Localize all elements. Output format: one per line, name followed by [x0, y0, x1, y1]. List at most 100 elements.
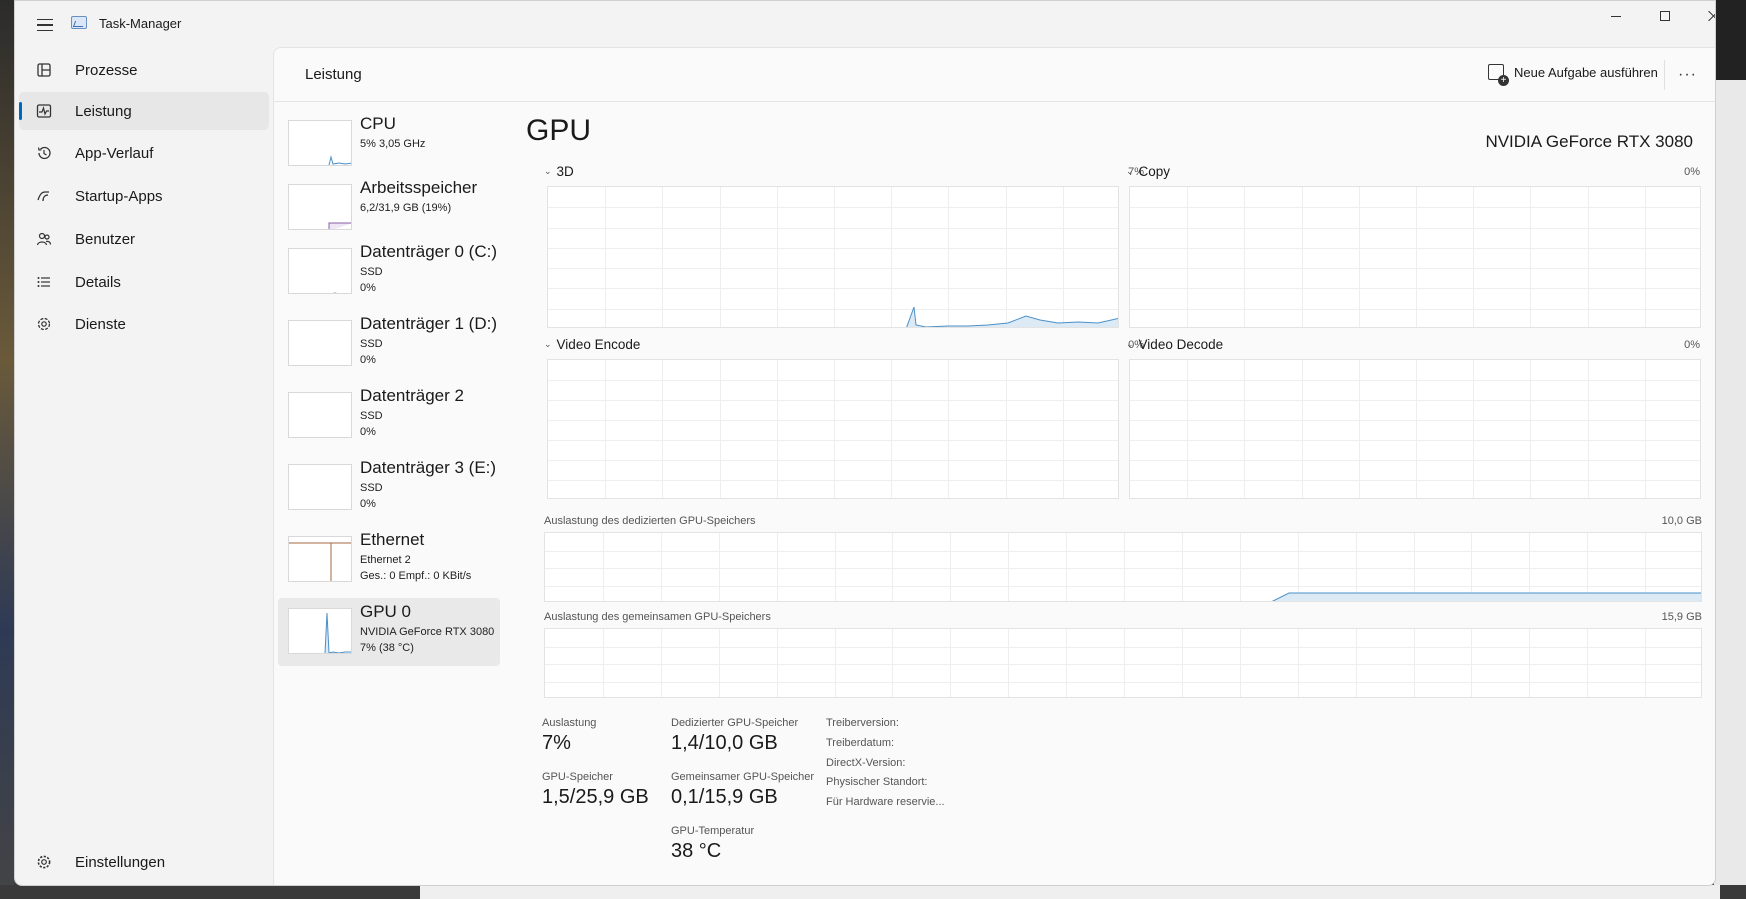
title-bar[interactable]: Task-Manager: [15, 1, 1715, 47]
device-detail-secondary: 0%: [360, 426, 376, 438]
startup-icon: [35, 187, 53, 205]
device-detail: SSD: [360, 482, 383, 494]
device-name: Ethernet: [360, 530, 425, 549]
chevron-down-icon[interactable]: ⌄: [1126, 339, 1134, 350]
device-name: Datenträger 2: [360, 386, 464, 405]
nav-item-app-history[interactable]: App-Verlauf: [19, 134, 269, 172]
device-detail: NVIDIA GeForce RTX 3080: [360, 626, 495, 638]
nav-item-startup-apps[interactable]: Startup-Apps: [19, 177, 269, 215]
shared-memory-stat-value: 0,1/15,9 GB: [671, 786, 778, 808]
page-title: Leistung: [305, 66, 362, 83]
run-new-task-button[interactable]: Neue Aufgabe ausführen: [1488, 64, 1658, 86]
driver-date-label: Treiberdatum:: [826, 737, 895, 749]
chevron-down-icon[interactable]: ⌄: [1126, 166, 1134, 177]
device-detail-secondary: 0%: [360, 282, 376, 294]
device-item-disk-1[interactable]: Datenträger 1 (D:) SSD 0%: [278, 310, 500, 378]
engine-percent-video-decode: 0%: [1684, 339, 1700, 351]
engine-label-3d[interactable]: ⌄ 3D: [544, 164, 574, 179]
history-icon: [35, 144, 53, 162]
performance-content: Leistung Neue Aufgabe ausführen ··· CPU …: [273, 47, 1715, 885]
utilization-label: Auslastung: [542, 717, 597, 729]
graph-dedicated-memory: [544, 532, 1702, 602]
services-icon: [35, 315, 53, 333]
dedicated-memory-label: Auslastung des dedizierten GPU-Speichers: [544, 515, 756, 527]
device-item-gpu-0[interactable]: GPU 0 NVIDIA GeForce RTX 3080 7% (38 °C): [278, 598, 500, 666]
nav-label-users: Benutzer: [75, 230, 136, 248]
window-title: Task-Manager: [99, 16, 182, 31]
graph-video-decode: [1129, 359, 1701, 499]
graph-shared-memory: [544, 628, 1702, 698]
device-name: CPU: [360, 114, 396, 133]
maximize-button[interactable]: [1642, 1, 1688, 31]
chevron-down-icon[interactable]: ⌄: [544, 339, 552, 350]
device-item-cpu[interactable]: CPU 5% 3,05 GHz: [278, 110, 500, 178]
shared-memory-max: 15,9 GB: [1661, 611, 1702, 623]
device-detail: SSD: [360, 266, 383, 278]
engine-name: Video Decode: [1138, 337, 1224, 352]
settings-gear-icon: [35, 853, 53, 871]
device-detail: 5% 3,05 GHz: [360, 138, 426, 150]
graph-copy: [1129, 186, 1701, 328]
run-new-task-label: Neue Aufgabe ausführen: [1514, 64, 1658, 80]
device-name: Datenträger 0 (C:): [360, 242, 497, 261]
physical-location-label: Physischer Standort:: [826, 776, 928, 788]
gpu-temperature-value: 38 °C: [671, 840, 722, 862]
run-new-task-icon: [1488, 64, 1509, 86]
performance-icon: [35, 102, 53, 120]
dedicated-memory-stat-value: 1,4/10,0 GB: [671, 732, 778, 754]
processes-icon: [35, 61, 53, 79]
more-options-icon[interactable]: ···: [1678, 66, 1697, 84]
device-name: Datenträger 1 (D:): [360, 314, 497, 333]
nav-item-users[interactable]: Benutzer: [19, 220, 269, 258]
engine-label-copy[interactable]: ⌄ Copy: [1126, 164, 1170, 179]
graph-dedicated-memory-trace: [1271, 592, 1701, 601]
engine-name: Copy: [1138, 164, 1171, 179]
hardware-reserved-label: Für Hardware reservie...: [826, 796, 945, 808]
device-name: GPU 0: [360, 602, 412, 621]
nav-label-startup-apps: Startup-Apps: [75, 187, 163, 205]
device-item-disk-2[interactable]: Datenträger 2 SSD 0%: [278, 382, 500, 450]
gpu-title: GPU: [526, 114, 592, 147]
ethernet-thumbnail-graph: [288, 536, 352, 582]
minimize-icon: [1611, 15, 1621, 17]
nav-label-performance: Leistung: [75, 102, 132, 120]
engine-percent-copy: 0%: [1684, 166, 1700, 178]
engine-name: Video Encode: [556, 337, 641, 352]
device-item-disk-0[interactable]: Datenträger 0 (C:) SSD 0%: [278, 238, 500, 306]
driver-version-label: Treiberversion:: [826, 717, 899, 729]
device-detail: Ethernet 2: [360, 554, 411, 566]
nav-item-services[interactable]: Dienste: [19, 305, 269, 343]
disk-2-thumbnail-graph: [288, 392, 352, 438]
users-icon: [35, 230, 53, 248]
chevron-down-icon[interactable]: ⌄: [544, 166, 552, 177]
cpu-thumbnail-graph: [288, 120, 352, 166]
nav-item-processes[interactable]: Prozesse: [19, 51, 269, 89]
nav-item-details[interactable]: Details: [19, 263, 269, 301]
close-button[interactable]: [1691, 1, 1715, 31]
hamburger-menu-icon[interactable]: [33, 13, 57, 37]
device-item-disk-3[interactable]: Datenträger 3 (E:) SSD 0%: [278, 454, 500, 522]
utilization-value: 7%: [542, 732, 571, 754]
task-manager-window: Task-Manager Prozesse Leistung App-Verla…: [14, 0, 1716, 886]
minimize-button[interactable]: [1593, 1, 1639, 31]
dedicated-memory-max: 10,0 GB: [1661, 515, 1702, 527]
device-detail-secondary: Ges.: 0 Empf.: 0 KBit/s: [360, 570, 472, 582]
gpu-model-name: NVIDIA GeForce RTX 3080: [1485, 132, 1693, 151]
device-detail-secondary: 0%: [360, 354, 376, 366]
nav-label-details: Details: [75, 273, 121, 291]
nav-item-performance[interactable]: Leistung: [19, 92, 269, 130]
device-detail-secondary: 7% (38 °C): [360, 642, 414, 654]
engine-label-video-decode[interactable]: ⌄ Video Decode: [1126, 337, 1223, 352]
navigation-pane: Prozesse Leistung App-Verlauf Startup-Ap…: [15, 47, 273, 885]
memory-thumbnail-graph: [288, 184, 352, 230]
directx-version-label: DirectX-Version:: [826, 757, 906, 769]
nav-item-settings[interactable]: Einstellungen: [19, 843, 269, 881]
graph-3d-trace: [906, 306, 1118, 327]
device-item-ethernet[interactable]: Ethernet Ethernet 2 Ges.: 0 Empf.: 0 KBi…: [278, 526, 500, 594]
nav-label-app-history: App-Verlauf: [75, 144, 154, 162]
gpu-thumbnail-graph: [288, 608, 352, 654]
disk-1-thumbnail-graph: [288, 320, 352, 366]
engine-label-video-encode[interactable]: ⌄ Video Encode: [544, 337, 640, 352]
gpu-memory-label: GPU-Speicher: [542, 771, 613, 783]
device-item-memory[interactable]: Arbeitsspeicher 6,2/31,9 GB (19%): [278, 174, 500, 242]
